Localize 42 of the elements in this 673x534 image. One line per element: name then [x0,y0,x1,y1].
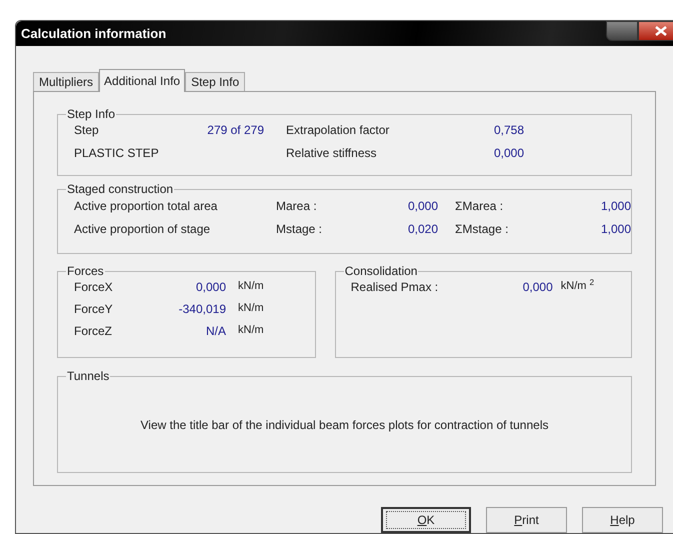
tunnels-message: View the title bar of the individual beam forces plots for contraction of tunnels [140,416,548,434]
label: ForceY [74,302,113,316]
dialog-button[interactable]: Print [486,507,567,533]
label: Extrapolation factor [286,123,390,137]
close-icon [655,26,667,36]
label: 0,000 [522,280,553,294]
label: 279 of 279 [207,123,264,137]
label: 0,758 [494,123,524,137]
label: N/A [206,324,226,338]
window-title: Calculation information [21,24,166,43]
label: -340,019 [178,302,226,316]
minimize-button[interactable] [606,21,638,41]
label: Relative stiffness [286,146,376,160]
label: ForceX [74,280,113,294]
label: ΣMarea : [455,199,504,213]
label: 0,000 [408,199,438,213]
label: Marea : [276,199,317,213]
label: Realised Pmax : [350,280,438,294]
label: ForceZ [74,324,112,338]
dialog-button[interactable]: OK [381,507,471,533]
group-title: Staged construction [66,181,174,197]
label: 0,020 [408,222,438,236]
label: Mstage : [276,222,322,236]
label: 0,000 [196,280,226,294]
dialog-button[interactable]: Help [582,507,663,533]
unit: kN/m $^{2}$ [560,278,594,294]
label: 1,000 [600,222,631,236]
label: PLASTIC STEP [74,146,159,160]
label: Active proportion total area [74,199,218,213]
tab[interactable]: Multipliers [33,72,100,91]
label: Active proportion of stage [74,222,210,236]
label: 1,000 [600,199,631,213]
label: ΣMstage : [455,222,508,236]
tab[interactable]: Additional Info [99,69,186,92]
unit: kN/m [238,323,264,338]
unit: kN/m [238,279,264,294]
label: 0,000 [494,146,524,160]
group-title: Step Info [66,106,116,122]
label: Step [74,122,100,139]
close-button[interactable] [638,21,673,41]
tab[interactable]: Step Info [185,72,246,91]
unit: kN/m [238,301,264,316]
